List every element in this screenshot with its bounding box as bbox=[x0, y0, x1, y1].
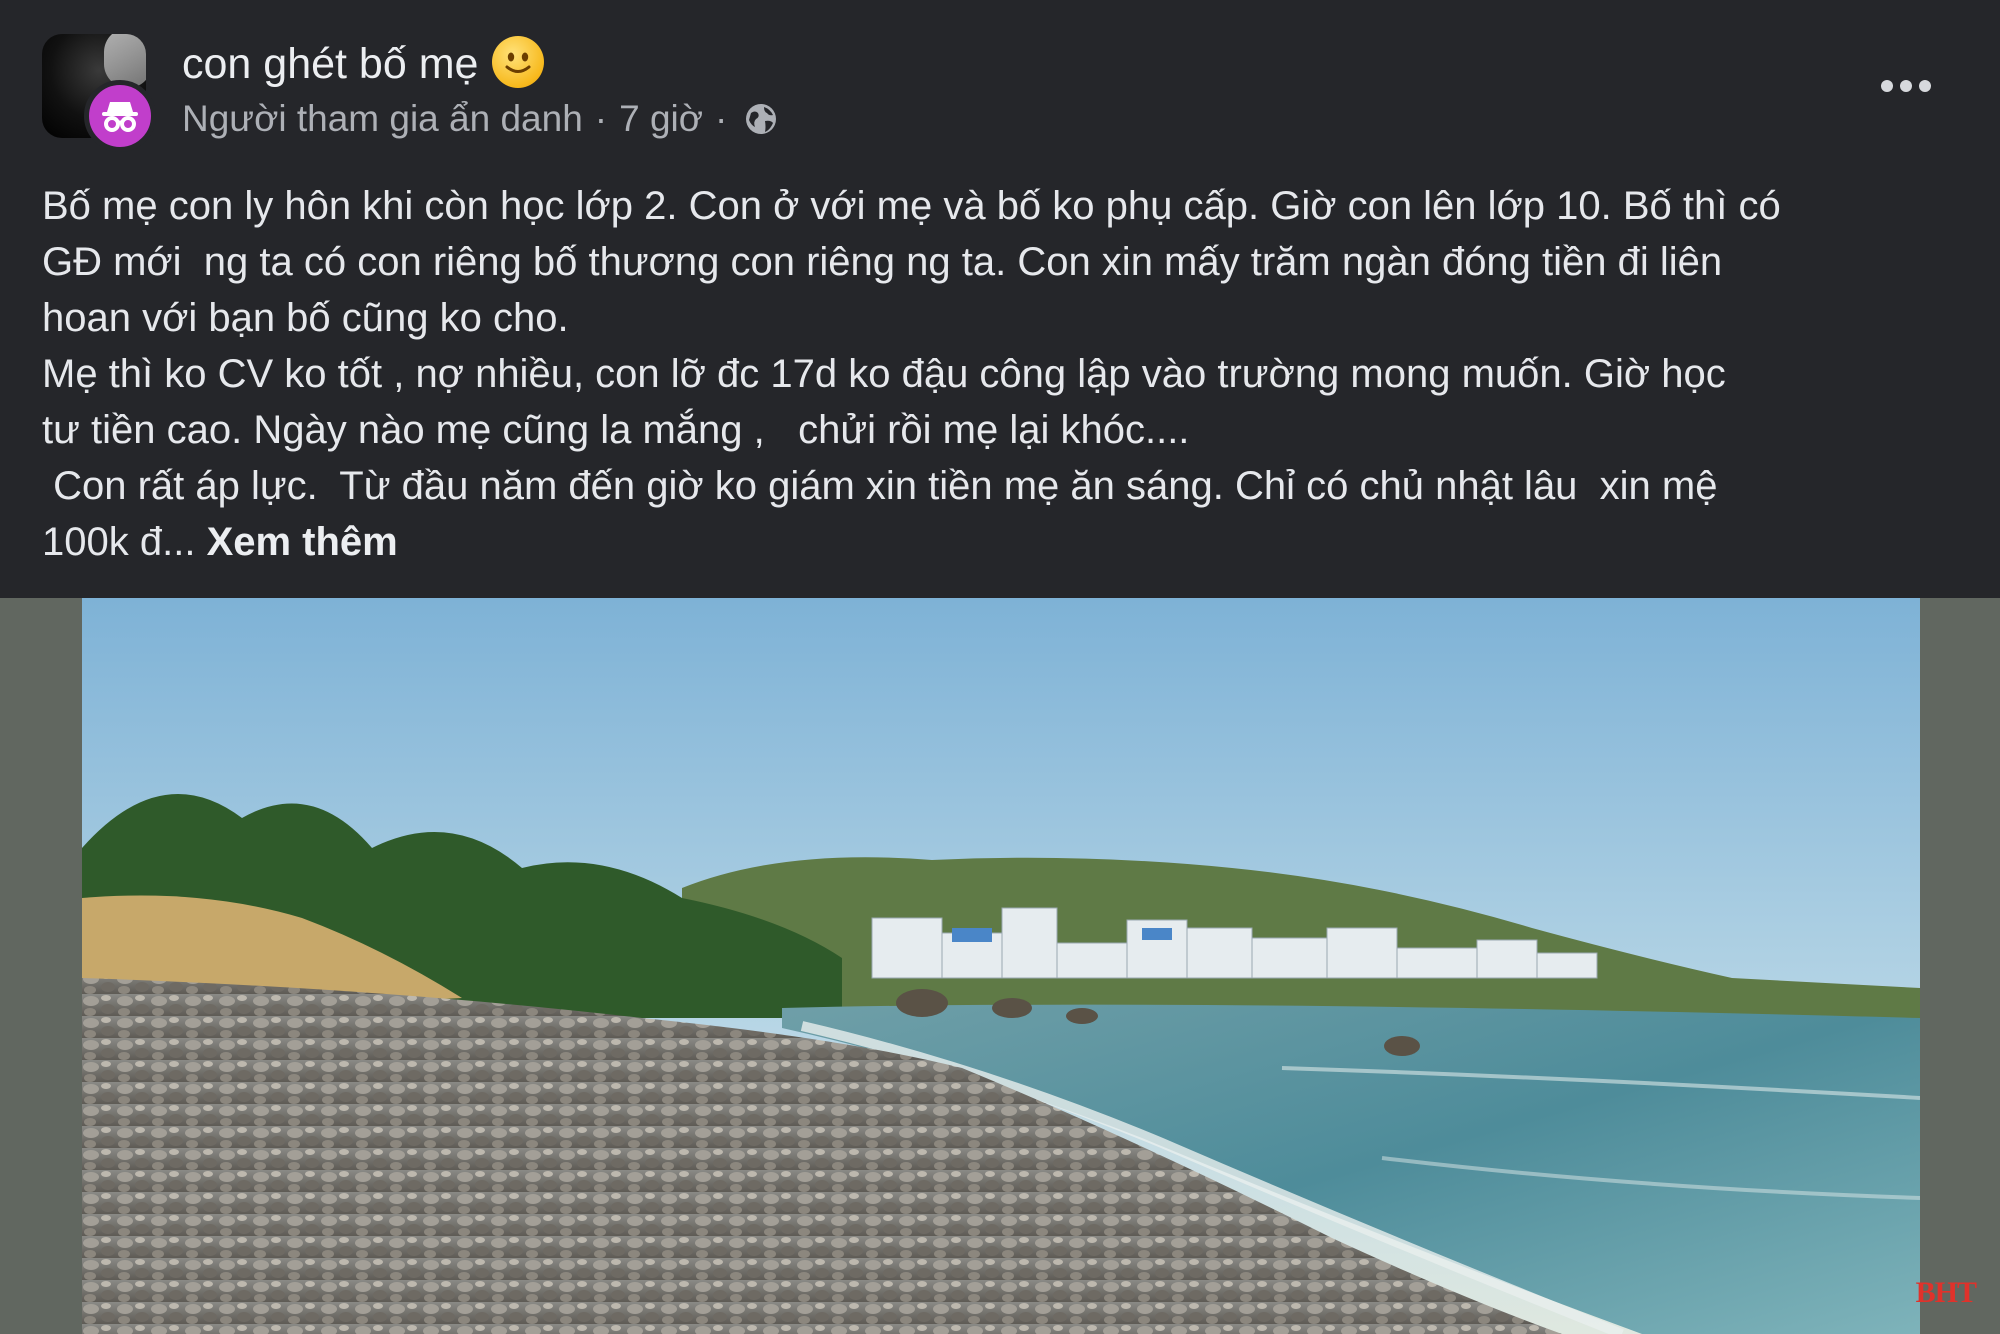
author-role: Người tham gia ẩn danh bbox=[182, 98, 583, 139]
post-card: con ghét bố mẹ Người tham gia ẩn danh · … bbox=[0, 0, 2000, 1334]
post-meta: Người tham gia ẩn danh · 7 giờ · bbox=[182, 98, 779, 140]
more-options-dot bbox=[1919, 80, 1931, 92]
beach-scene bbox=[82, 598, 1920, 1334]
post-text-line: GĐ mới ng ta có con riêng bố thương con … bbox=[42, 240, 1723, 284]
post-text-line: tư tiền cao. Ngày nào mẹ cũng la mắng , … bbox=[42, 408, 1190, 452]
meta-separator: · bbox=[594, 98, 608, 139]
more-options-button[interactable] bbox=[1858, 58, 1954, 114]
avatar[interactable] bbox=[42, 34, 156, 152]
globe-icon[interactable] bbox=[743, 101, 779, 137]
post-text-line: hoan với bạn bố cũng ko cho. bbox=[42, 296, 569, 340]
post-text-line: Con rất áp lực. Từ đầu năm đến giờ ko gi… bbox=[42, 464, 1718, 508]
slightly-smiling-face-icon bbox=[492, 36, 545, 88]
post-text-line: Bố mẹ con ly hôn khi còn học lớp 2. Con … bbox=[42, 184, 1781, 228]
author-name[interactable]: con ghét bố mẹ bbox=[182, 36, 545, 89]
post-text: Bố mẹ con ly hôn khi còn học lớp 2. Con … bbox=[42, 178, 1972, 570]
watermark-logo: BHT bbox=[1915, 1276, 1977, 1309]
incognito-icon bbox=[102, 102, 138, 132]
post-image-container[interactable]: BHT bbox=[0, 598, 2000, 1334]
see-more-link[interactable]: Xem thêm bbox=[207, 520, 398, 564]
author-name-text[interactable]: con ghét bố mẹ bbox=[182, 40, 478, 88]
post-time[interactable]: 7 giờ bbox=[619, 98, 703, 140]
beach-photo[interactable] bbox=[82, 598, 1920, 1334]
meta-separator: · bbox=[715, 98, 728, 139]
anonymous-badge bbox=[84, 80, 156, 152]
post-text-last-line: 100k đ... Xem thêm bbox=[42, 514, 1972, 570]
post-text-truncated: 100k đ... bbox=[42, 520, 207, 564]
more-options-icon bbox=[1881, 80, 1893, 92]
more-options-dot bbox=[1900, 80, 1912, 92]
post-text-line: Mẹ thì ko CV ko tốt , nợ nhiều, con lỡ đ… bbox=[42, 352, 1726, 396]
